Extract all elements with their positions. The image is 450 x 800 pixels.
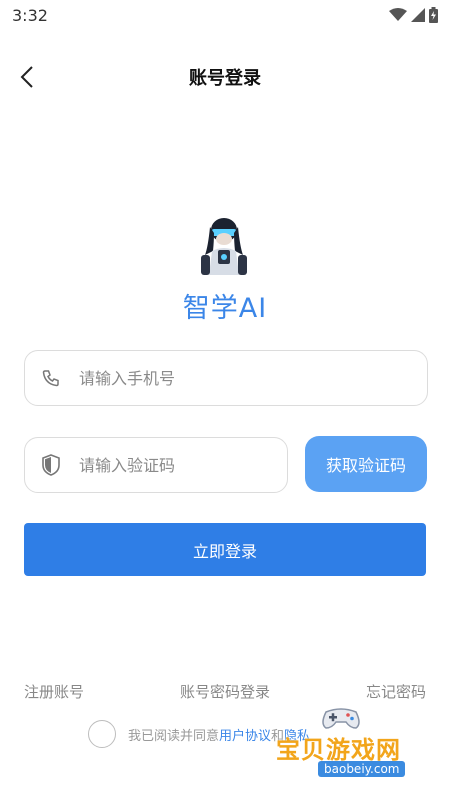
watermark: 宝贝游戏网 baobeiy.com — [276, 706, 416, 784]
phone-icon — [25, 369, 77, 387]
signal-icon — [411, 8, 425, 22]
gamepad-icon — [322, 708, 360, 729]
phone-field[interactable] — [24, 350, 428, 406]
header: 账号登录 — [0, 52, 450, 102]
status-time: 3:32 — [12, 6, 48, 25]
phone-input[interactable] — [77, 367, 401, 389]
shield-icon — [25, 454, 77, 476]
get-code-button[interactable]: 获取验证码 — [305, 436, 427, 492]
wifi-icon — [389, 8, 407, 21]
app-name: 智学AI — [182, 293, 268, 324]
agreement-checkbox[interactable] — [88, 720, 116, 748]
app-logo — [199, 217, 249, 275]
password-login-link[interactable]: 账号密码登录 — [180, 681, 270, 702]
bottom-links: 注册账号 账号密码登录 忘记密码 — [24, 681, 426, 702]
page-title: 账号登录 — [189, 68, 261, 89]
watermark-title: 宝贝游戏网 — [276, 736, 401, 764]
agreement-prefix: 我已阅读并同意 — [128, 728, 220, 744]
robot-avatar-icon — [201, 218, 247, 275]
battery-icon — [429, 7, 438, 23]
status-icons — [389, 7, 438, 23]
status-bar: 3:32 — [0, 0, 450, 32]
verification-code-input[interactable] — [77, 454, 281, 476]
register-link[interactable]: 注册账号 — [24, 681, 84, 702]
forgot-password-link[interactable]: 忘记密码 — [366, 681, 426, 702]
watermark-url: baobeiy.com — [318, 761, 406, 777]
verification-code-field[interactable] — [24, 437, 288, 493]
user-agreement-link[interactable]: 用户协议 — [219, 725, 271, 744]
login-button[interactable]: 立即登录 — [24, 523, 426, 576]
